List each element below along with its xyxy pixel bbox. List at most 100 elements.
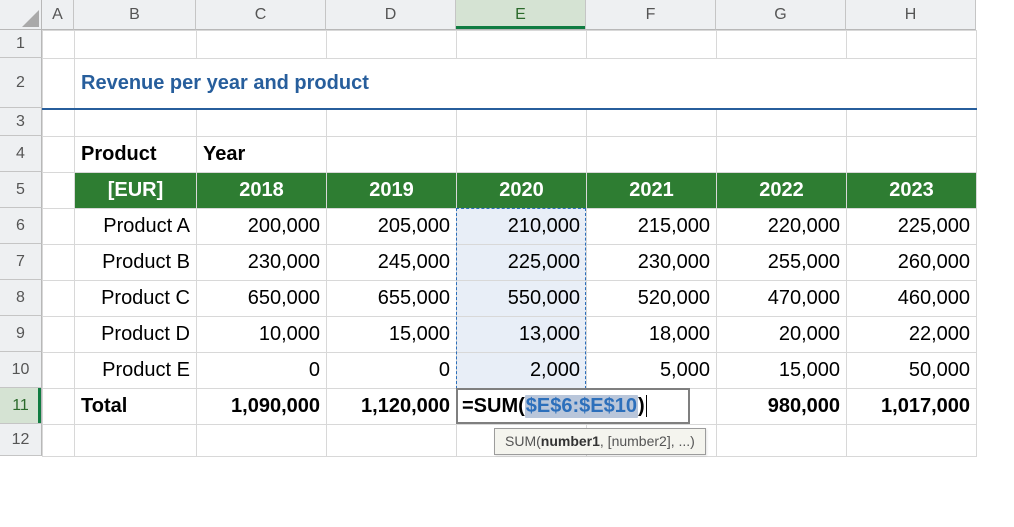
cell-d7[interactable]: 245,000 bbox=[327, 245, 457, 281]
cell-c1[interactable] bbox=[197, 31, 327, 59]
cell-c3[interactable] bbox=[197, 109, 327, 137]
cell-f7[interactable]: 230,000 bbox=[587, 245, 717, 281]
product-name-b[interactable]: Product B bbox=[75, 245, 197, 281]
cell-h12[interactable] bbox=[847, 425, 977, 457]
cell-e10[interactable]: 2,000 bbox=[457, 353, 587, 389]
row-header-1[interactable]: 1 bbox=[0, 30, 42, 58]
product-name-a[interactable]: Product A bbox=[75, 209, 197, 245]
row-header-2[interactable]: 2 bbox=[0, 58, 42, 108]
header-2021[interactable]: 2021 bbox=[587, 173, 717, 209]
row-header-12[interactable]: 12 bbox=[0, 424, 42, 456]
cell-a6[interactable] bbox=[43, 209, 75, 245]
select-all-corner[interactable] bbox=[0, 0, 42, 30]
cell-c7[interactable]: 230,000 bbox=[197, 245, 327, 281]
cell-d9[interactable]: 15,000 bbox=[327, 317, 457, 353]
cell-d11[interactable]: 1,120,000 bbox=[327, 389, 457, 425]
formula-edit-cell[interactable]: =SUM($E$6:$E$10) bbox=[456, 388, 690, 424]
row-header-6[interactable]: 6 bbox=[0, 208, 42, 244]
cell-e8[interactable]: 550,000 bbox=[457, 281, 587, 317]
row-header-10[interactable]: 10 bbox=[0, 352, 42, 388]
cell-g6[interactable]: 220,000 bbox=[717, 209, 847, 245]
cell-d1[interactable] bbox=[327, 31, 457, 59]
cell-h8[interactable]: 460,000 bbox=[847, 281, 977, 317]
cell-h11[interactable]: 1,017,000 bbox=[847, 389, 977, 425]
cell-g9[interactable]: 20,000 bbox=[717, 317, 847, 353]
cell-h4[interactable] bbox=[847, 137, 977, 173]
col-header-f[interactable]: F bbox=[586, 0, 716, 30]
cell-a5[interactable] bbox=[43, 173, 75, 209]
cell-a12[interactable] bbox=[43, 425, 75, 457]
header-2023[interactable]: 2023 bbox=[847, 173, 977, 209]
cell-a4[interactable] bbox=[43, 137, 75, 173]
cell-g1[interactable] bbox=[717, 31, 847, 59]
cell-g11[interactable]: 980,000 bbox=[717, 389, 847, 425]
cell-h3[interactable] bbox=[847, 109, 977, 137]
cell-c8[interactable]: 650,000 bbox=[197, 281, 327, 317]
cell-a8[interactable] bbox=[43, 281, 75, 317]
cell-f4[interactable] bbox=[587, 137, 717, 173]
row-header-9[interactable]: 9 bbox=[0, 316, 42, 352]
page-title[interactable]: Revenue per year and product bbox=[75, 59, 977, 109]
cell-e9[interactable]: 13,000 bbox=[457, 317, 587, 353]
cell-f9[interactable]: 18,000 bbox=[587, 317, 717, 353]
cell-a11[interactable] bbox=[43, 389, 75, 425]
header-2019[interactable]: 2019 bbox=[327, 173, 457, 209]
col-header-d[interactable]: D bbox=[326, 0, 456, 30]
cell-e6[interactable]: 210,000 bbox=[457, 209, 587, 245]
cell-g10[interactable]: 15,000 bbox=[717, 353, 847, 389]
cell-d4[interactable] bbox=[327, 137, 457, 173]
function-tooltip[interactable]: SUM(number1, [number2], ...) bbox=[494, 428, 706, 455]
row-header-3[interactable]: 3 bbox=[0, 108, 42, 136]
row-header-5[interactable]: 5 bbox=[0, 172, 42, 208]
cell-g4[interactable] bbox=[717, 137, 847, 173]
cell-g12[interactable] bbox=[717, 425, 847, 457]
product-name-e[interactable]: Product E bbox=[75, 353, 197, 389]
cell-f3[interactable] bbox=[587, 109, 717, 137]
header-2022[interactable]: 2022 bbox=[717, 173, 847, 209]
label-product[interactable]: Product bbox=[75, 137, 197, 173]
cell-a1[interactable] bbox=[43, 31, 75, 59]
cell-h1[interactable] bbox=[847, 31, 977, 59]
cell-d3[interactable] bbox=[327, 109, 457, 137]
header-2018[interactable]: 2018 bbox=[197, 173, 327, 209]
cell-g8[interactable]: 470,000 bbox=[717, 281, 847, 317]
cell-b12[interactable] bbox=[75, 425, 197, 457]
cell-d10[interactable]: 0 bbox=[327, 353, 457, 389]
cell-c6[interactable]: 200,000 bbox=[197, 209, 327, 245]
cell-a7[interactable] bbox=[43, 245, 75, 281]
cell-d8[interactable]: 655,000 bbox=[327, 281, 457, 317]
cell-g7[interactable]: 255,000 bbox=[717, 245, 847, 281]
cell-a3[interactable] bbox=[43, 109, 75, 137]
col-header-g[interactable]: G bbox=[716, 0, 846, 30]
cell-e7[interactable]: 225,000 bbox=[457, 245, 587, 281]
row-header-7[interactable]: 7 bbox=[0, 244, 42, 280]
product-name-c[interactable]: Product C bbox=[75, 281, 197, 317]
col-header-e[interactable]: E bbox=[456, 0, 586, 30]
col-header-h[interactable]: H bbox=[846, 0, 976, 30]
col-header-a[interactable]: A bbox=[42, 0, 74, 30]
cell-c12[interactable] bbox=[197, 425, 327, 457]
cell-a9[interactable] bbox=[43, 317, 75, 353]
label-year[interactable]: Year bbox=[197, 137, 327, 173]
cell-d12[interactable] bbox=[327, 425, 457, 457]
col-header-b[interactable]: B bbox=[74, 0, 196, 30]
cell-d6[interactable]: 205,000 bbox=[327, 209, 457, 245]
cell-h9[interactable]: 22,000 bbox=[847, 317, 977, 353]
cell-e4[interactable] bbox=[457, 137, 587, 173]
total-label[interactable]: Total bbox=[75, 389, 197, 425]
cell-e1[interactable] bbox=[457, 31, 587, 59]
cell-h6[interactable]: 225,000 bbox=[847, 209, 977, 245]
cell-a2[interactable] bbox=[43, 59, 75, 109]
row-header-8[interactable]: 8 bbox=[0, 280, 42, 316]
header-eur[interactable]: [EUR] bbox=[75, 173, 197, 209]
cell-c11[interactable]: 1,090,000 bbox=[197, 389, 327, 425]
cell-f8[interactable]: 520,000 bbox=[587, 281, 717, 317]
row-header-4[interactable]: 4 bbox=[0, 136, 42, 172]
cell-f10[interactable]: 5,000 bbox=[587, 353, 717, 389]
product-name-d[interactable]: Product D bbox=[75, 317, 197, 353]
cell-c10[interactable]: 0 bbox=[197, 353, 327, 389]
cell-e3[interactable] bbox=[457, 109, 587, 137]
cell-b3[interactable] bbox=[75, 109, 197, 137]
cell-f6[interactable]: 215,000 bbox=[587, 209, 717, 245]
col-header-c[interactable]: C bbox=[196, 0, 326, 30]
